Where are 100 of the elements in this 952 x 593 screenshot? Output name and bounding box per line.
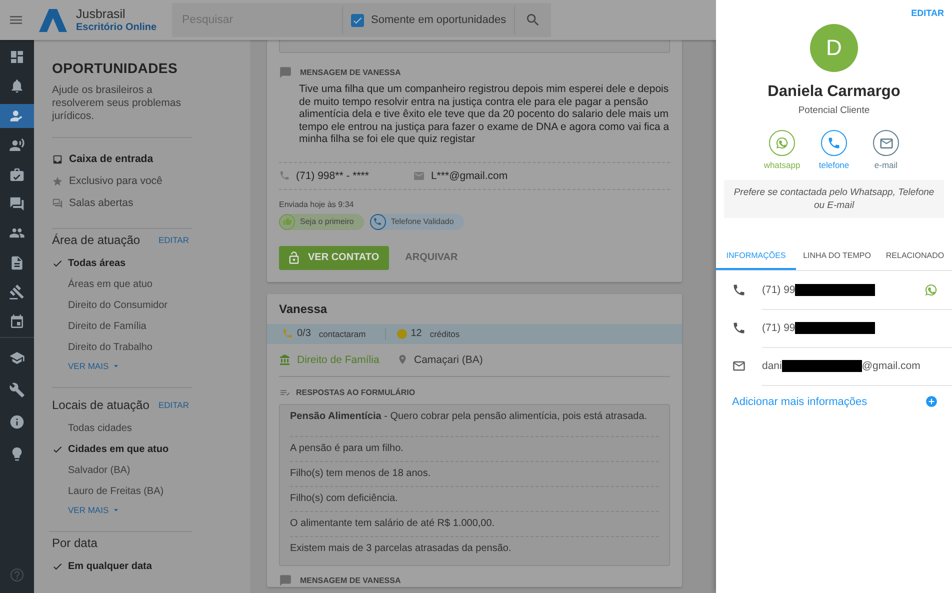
- sidebar-item[interactable]: Exclusivo para você: [52, 170, 250, 192]
- filter-option[interactable]: Lauro de Freitas (BA): [52, 481, 250, 502]
- sent-time: Enviada hoje às 9:34: [279, 200, 355, 209]
- sidebar-item[interactable]: Salas abertas: [52, 192, 250, 214]
- mail-icon: [732, 359, 746, 373]
- filter-option[interactable]: Cidades em que atuo: [52, 439, 250, 460]
- more-link[interactable]: VER MAIS: [68, 503, 121, 517]
- form-lead: Pensão Alimentícia - Quero cobrar pela pensão alimentícia, pois está atrasada.: [290, 410, 648, 424]
- practice-area: Direito de Família: [297, 354, 380, 366]
- search-icon: [525, 12, 542, 28]
- phone-number: (71) 99: [762, 284, 796, 296]
- filter-title: Locais de atuação: [52, 398, 150, 412]
- avatar: D: [810, 24, 858, 72]
- email-address: L***@gmail.com: [430, 170, 508, 182]
- rail-item[interactable]: [0, 104, 34, 128]
- sidebar-item[interactable]: Caixa de entrada: [52, 148, 250, 170]
- filter-option[interactable]: Todas áreas: [52, 253, 250, 274]
- tab[interactable]: INFORMAÇÕES: [716, 242, 796, 270]
- logo-subtitle: Escritório Online: [76, 20, 157, 34]
- whatsapp-icon: [775, 136, 789, 150]
- message-title: MENSAGEM DE VANESSA: [300, 576, 401, 585]
- contact-count: 0/3: [297, 328, 311, 340]
- form-answer: Filho(s) tem menos de 18 anos.: [290, 460, 659, 486]
- contact-action[interactable]: telefone: [817, 130, 851, 170]
- form-answer: O alimentante tem salário de até R$ 1.000,00.: [290, 510, 659, 536]
- message-title: MENSAGEM DE VANESSA: [300, 68, 401, 77]
- phone-icon: [279, 170, 290, 182]
- view-contact-button[interactable]: VER CONTATO: [279, 246, 390, 270]
- tab[interactable]: RELACIONADO: [878, 242, 952, 270]
- filter-option[interactable]: Salvador (BA): [52, 460, 250, 481]
- help-icon: [9, 567, 25, 583]
- inbox-icon: [52, 154, 63, 164]
- more-link[interactable]: VER MAIS: [68, 359, 121, 373]
- filter-option[interactable]: Direito do Consumidor: [52, 295, 250, 316]
- logo-name: Jusbrasil: [76, 6, 126, 20]
- phone-icon: [732, 283, 746, 297]
- email-domain: @gmail.com: [862, 360, 920, 372]
- bank-icon: [279, 354, 291, 366]
- message-text: Tive uma filha que um companheiro registrou depois mim esperei dele e depois de muito tempo resolvir entra na justiça contra ele para ele pagar a pensão alimentícia dela e tive êxito ele teve que da 20 pocento do salario dele mais um tempo ele entrou na justiça para fazer o exame de DNA e agora como vai fica a minha filha se foi ele que quiz registar: [299, 83, 670, 146]
- credit-count: 12: [410, 328, 422, 340]
- logo-icon: [38, 7, 68, 33]
- filter-option[interactable]: Em qualquer data: [52, 556, 250, 577]
- school-icon: [9, 350, 25, 366]
- person-icon: [9, 108, 25, 124]
- info-icon: [9, 414, 25, 430]
- filter-option[interactable]: Direito do Trabalho: [52, 337, 250, 358]
- tab[interactable]: LINHA DO TEMPO: [796, 242, 878, 270]
- archive-button[interactable]: ARQUIVAR: [405, 252, 458, 264]
- document-icon: [9, 254, 25, 271]
- contact-action[interactable]: whatsapp: [765, 130, 799, 170]
- phone-icon: [827, 136, 841, 150]
- lock-icon: [287, 250, 301, 265]
- gavel-icon: [9, 284, 25, 300]
- contact-action[interactable]: e-mail: [869, 130, 903, 170]
- email-icon: [878, 136, 894, 150]
- filter-option[interactable]: Todas cidades: [52, 418, 250, 439]
- checkbox-label: Somente em oportunidades: [371, 14, 506, 26]
- filter-option[interactable]: Direito de Família: [52, 316, 250, 337]
- add-info-link[interactable]: Adicionar mais informações: [716, 385, 952, 408]
- contact-name: Daniela Carmargo: [768, 83, 900, 101]
- form-title: RESPOSTAS AO FORMULÁRIO: [296, 388, 416, 398]
- location: Camaçari (BA): [414, 354, 483, 366]
- filter-title: Área de atuação: [52, 233, 140, 247]
- phone-icon: [732, 321, 746, 335]
- phone-number: (71) 99: [762, 322, 796, 334]
- contact-role: Potencial Cliente: [798, 105, 870, 116]
- message-icon: [279, 66, 292, 79]
- filter-option[interactable]: Áreas em que atuo: [52, 274, 250, 295]
- section-description: Ajude os brasileiros a resolverem seus problemas jurídicos.: [52, 84, 182, 123]
- mail-icon: [412, 170, 425, 182]
- preference-note: Prefere se contactada pelo Whatsapp, Telefone ou E-mail: [724, 180, 944, 218]
- calendar-icon: [9, 314, 25, 330]
- lead-name: Vanessa: [278, 302, 328, 318]
- rooms-icon: [52, 198, 63, 208]
- check-icon: [52, 258, 63, 269]
- filter-title: Por data: [52, 536, 98, 550]
- edit-button[interactable]: EDITAR: [911, 8, 944, 18]
- thumb-icon: [282, 217, 292, 226]
- section-title: OPORTUNIDADES: [52, 60, 178, 76]
- briefcase-icon: [9, 166, 25, 183]
- check-icon: [52, 444, 63, 455]
- edit-link[interactable]: EDITAR: [158, 235, 189, 245]
- edit-link[interactable]: EDITAR: [158, 400, 189, 410]
- checkbox[interactable]: [351, 14, 364, 26]
- coin-icon: [396, 328, 407, 339]
- plus-icon: [925, 395, 938, 408]
- dashboard-icon: [9, 49, 25, 65]
- phone-icon: [282, 328, 293, 340]
- star-icon: [52, 176, 63, 186]
- phone-number: (71) 998** - ****: [296, 170, 369, 182]
- contact-label: contactaram: [318, 328, 366, 339]
- form-answer: A pensão é para um filho.: [290, 436, 659, 461]
- speaker-icon: [9, 137, 25, 154]
- form-answer: Filho(s) com deficiência.: [290, 486, 659, 511]
- chat-icon: [9, 196, 25, 212]
- phone-icon: [373, 217, 382, 226]
- badge: Telefone Validado: [370, 214, 464, 230]
- bell-icon: [9, 78, 25, 94]
- badge: Seja o primeiro: [279, 214, 364, 230]
- wrench-icon: [9, 382, 25, 398]
